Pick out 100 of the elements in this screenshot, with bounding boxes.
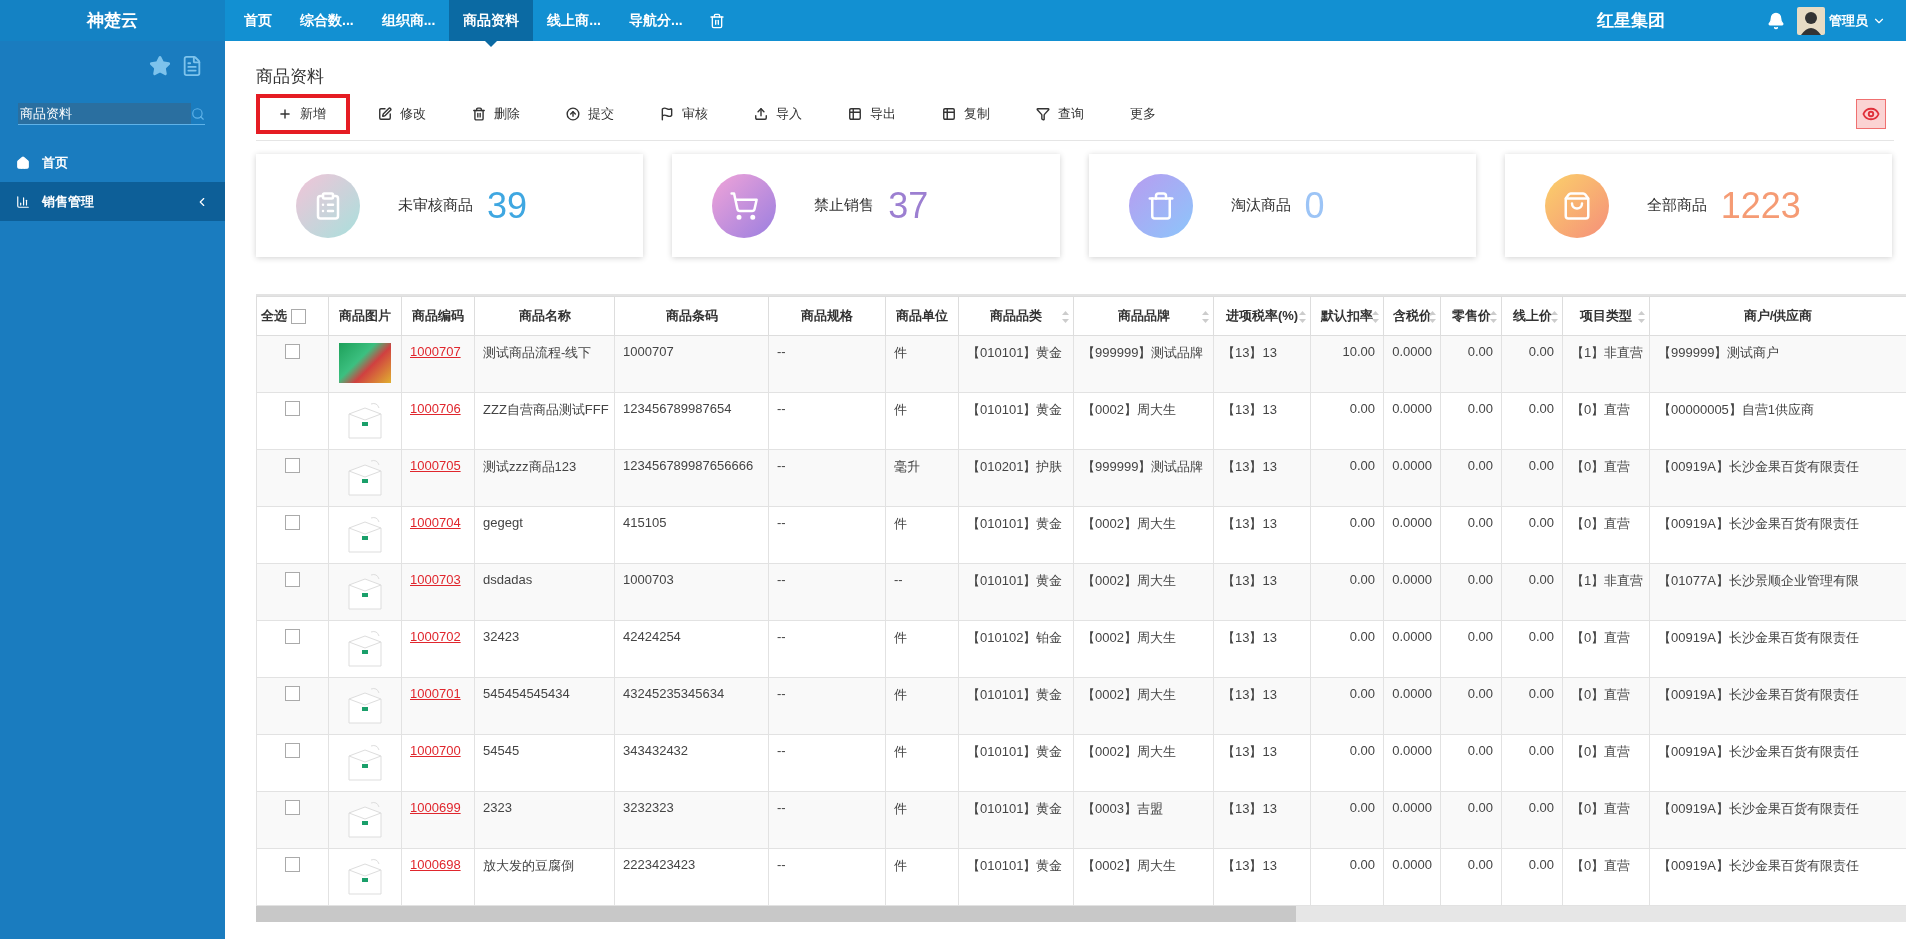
- table-cell: 件: [894, 744, 907, 759]
- product-code-link[interactable]: 1000701: [410, 686, 461, 701]
- column-header[interactable]: 线上价: [1501, 296, 1563, 336]
- nav-tab[interactable]: 组织商...: [367, 0, 450, 41]
- table-cell: --: [777, 515, 786, 530]
- sort-icon[interactable]: [1551, 310, 1558, 324]
- bell-icon[interactable]: [1767, 11, 1785, 30]
- stat-label: 未审核商品: [398, 196, 473, 215]
- table-cell: 0.00: [1467, 629, 1493, 644]
- sidebar-item[interactable]: 销售管理: [0, 182, 225, 221]
- sort-icon[interactable]: [1490, 310, 1497, 324]
- column-header[interactable]: 商品品牌: [1073, 296, 1214, 336]
- eye-button[interactable]: [1856, 99, 1886, 129]
- column-header[interactable]: 默认扣率: [1310, 296, 1384, 336]
- table-cell: 【999999】测试品牌: [1082, 345, 1204, 360]
- chart-icon: [16, 194, 30, 209]
- table-cell: 【0】直营: [1571, 801, 1631, 816]
- column-header[interactable]: 商户/供应商: [1649, 296, 1906, 336]
- horizontal-scrollbar[interactable]: [256, 906, 1906, 922]
- stat-value: 39: [487, 184, 528, 227]
- nav-tab[interactable]: 首页: [230, 0, 286, 41]
- nav-tab[interactable]: 综合数...: [286, 0, 368, 41]
- table-cell: 测试zzz商品123: [483, 459, 577, 474]
- product-code-link[interactable]: 1000705: [410, 458, 461, 473]
- row-checkbox[interactable]: [285, 800, 300, 816]
- table-cell: 【13】13: [1222, 687, 1277, 702]
- row-checkbox[interactable]: [285, 401, 300, 417]
- table-cell: 测试商品流程-线下: [483, 345, 592, 360]
- sidebar-label: 销售管理: [42, 192, 95, 211]
- table-cell: 【999999】测试商户: [1658, 345, 1780, 360]
- search-icon[interactable]: [191, 106, 205, 121]
- column-header[interactable]: 进项税率(%): [1213, 296, 1311, 336]
- product-code-link[interactable]: 1000704: [410, 515, 461, 530]
- table-cell: 【010101】黄金: [967, 687, 1063, 702]
- table-cell: 【010102】铂金: [967, 630, 1063, 645]
- sort-icon[interactable]: [1062, 310, 1069, 324]
- table-cell: 【999999】测试品牌: [1082, 459, 1204, 474]
- product-code-link[interactable]: 1000699: [410, 800, 461, 815]
- table-cell: 【00000005】自营1供应商: [1658, 402, 1815, 417]
- sidebar-item[interactable]: 首页: [0, 143, 225, 182]
- table-cell: 【00919A】长沙金果百货有限责任: [1658, 744, 1859, 759]
- table-cell: 【13】13: [1222, 402, 1277, 417]
- photo-placeholder: [339, 343, 391, 383]
- column-header[interactable]: 商品编码: [401, 296, 475, 336]
- table-cell: 【0002】周大生: [1082, 687, 1176, 702]
- table-cell: 0.00: [1528, 686, 1554, 701]
- column-header[interactable]: 商品名称: [474, 296, 615, 336]
- table-cell: --: [777, 401, 786, 416]
- search-field[interactable]: 商品资料: [18, 103, 191, 124]
- table-cell: 【00919A】长沙金果百货有限责任: [1658, 687, 1859, 702]
- table-cell: 【00919A】长沙金果百货有限责任: [1658, 858, 1859, 873]
- sort-icon[interactable]: [1638, 310, 1645, 324]
- sort-icon[interactable]: [1429, 310, 1436, 324]
- select-all-checkbox[interactable]: [290, 309, 306, 325]
- table-cell: 【0002】周大生: [1082, 516, 1176, 531]
- nav-tab[interactable]: 商品资料: [449, 0, 534, 41]
- product-code-link[interactable]: 1000700: [410, 743, 461, 758]
- table-cell: 0.00: [1349, 515, 1375, 530]
- column-header[interactable]: 项目类型: [1562, 296, 1650, 336]
- column-header[interactable]: 商品品类: [958, 296, 1074, 336]
- product-code-link[interactable]: 1000702: [410, 629, 461, 644]
- product-code-link[interactable]: 1000698: [410, 857, 461, 872]
- table-cell: 42424254: [623, 629, 681, 644]
- toolbar-button[interactable]: 新增: [256, 94, 350, 134]
- sort-icon[interactable]: [1202, 310, 1209, 324]
- table-cell: 件: [894, 345, 907, 360]
- row-checkbox[interactable]: [285, 458, 300, 474]
- sort-icon[interactable]: [1299, 310, 1306, 324]
- user-name[interactable]: 管理员: [1829, 11, 1868, 30]
- trash-icon[interactable]: [708, 12, 725, 29]
- row-checkbox[interactable]: [285, 857, 300, 873]
- table-cell: 件: [894, 687, 907, 702]
- column-header[interactable]: 商品条码: [614, 296, 769, 336]
- nav-tab[interactable]: 导航分...: [615, 0, 697, 41]
- table-cell: 【00919A】长沙金果百货有限责任: [1658, 630, 1859, 645]
- nav-tab[interactable]: 线上商...: [533, 0, 615, 41]
- home-icon: [16, 155, 30, 170]
- table-cell: dsdadas: [483, 572, 533, 587]
- table-cell: 【00919A】长沙金果百货有限责任: [1658, 516, 1859, 531]
- document-icon[interactable]: [181, 55, 203, 77]
- table-cell: 【0002】周大生: [1082, 573, 1176, 588]
- row-checkbox[interactable]: [285, 629, 300, 645]
- table-cell: 10.00: [1342, 344, 1375, 359]
- star-icon[interactable]: [149, 55, 171, 77]
- product-code-link[interactable]: 1000707: [410, 344, 461, 359]
- table-cell: 0.0000: [1392, 686, 1432, 701]
- column-header[interactable]: 零售价: [1440, 296, 1502, 336]
- row-checkbox[interactable]: [285, 515, 300, 531]
- column-header[interactable]: 商品规格: [768, 296, 886, 336]
- row-checkbox[interactable]: [285, 686, 300, 702]
- product-code-link[interactable]: 1000706: [410, 401, 461, 416]
- table-cell: 【010101】黄金: [967, 345, 1063, 360]
- row-checkbox[interactable]: [285, 572, 300, 588]
- column-header[interactable]: 含税价: [1383, 296, 1441, 336]
- product-code-link[interactable]: 1000703: [410, 572, 461, 587]
- column-header: 商品图片: [328, 296, 402, 336]
- column-header[interactable]: 商品单位: [885, 296, 959, 336]
- sort-icon[interactable]: [1372, 310, 1379, 324]
- row-checkbox[interactable]: [285, 344, 300, 360]
- row-checkbox[interactable]: [285, 743, 300, 759]
